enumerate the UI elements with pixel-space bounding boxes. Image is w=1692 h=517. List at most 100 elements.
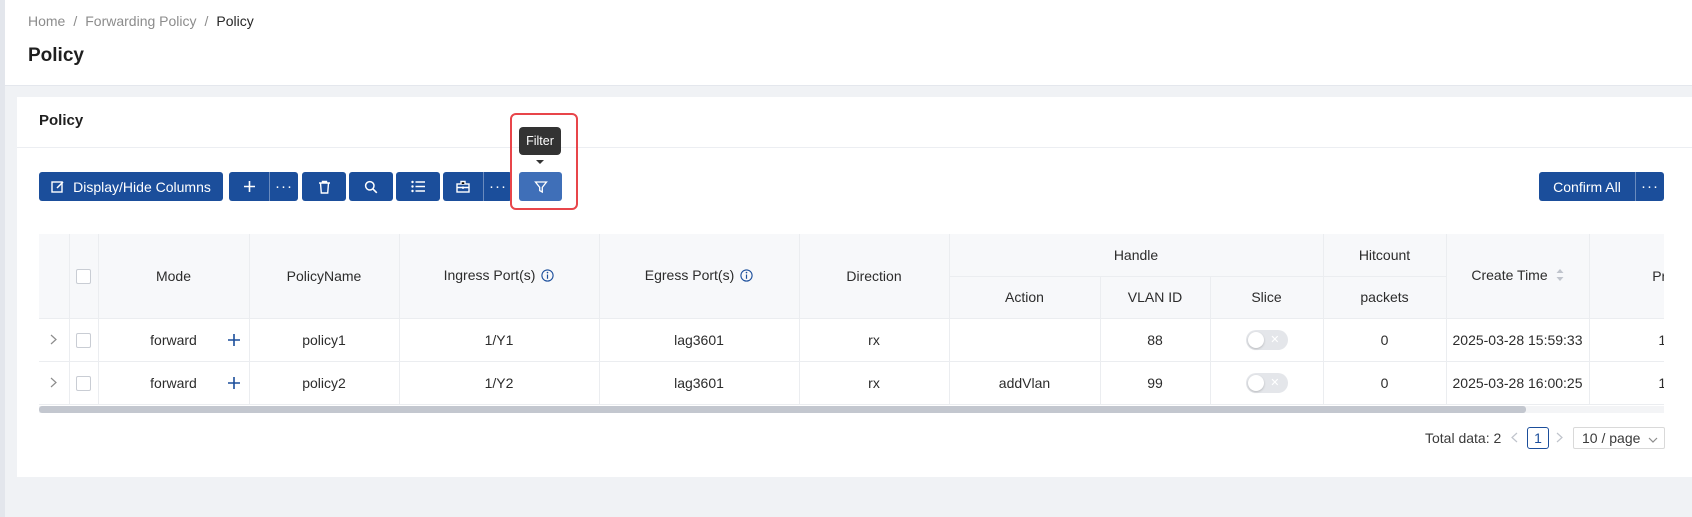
breadcrumb-forwarding-policy[interactable]: Forwarding Policy — [85, 13, 196, 29]
packets-header: packets — [1323, 276, 1447, 319]
action-header: Action — [949, 276, 1101, 319]
list-icon — [410, 180, 426, 193]
add-button[interactable] — [229, 172, 269, 201]
filter-tooltip: Filter — [519, 127, 561, 155]
chevron-left-icon — [1511, 430, 1518, 446]
create-time-cell: 2025-03-28 15:59:33 — [1446, 318, 1590, 362]
breadcrumb-separator: / — [204, 13, 209, 29]
priority-cell: 1280 — [1589, 318, 1664, 362]
card-divider — [17, 147, 1692, 148]
edit-icon — [51, 180, 65, 194]
ingress-cell: 1/Y1 — [399, 318, 600, 362]
chevron-down-icon — [1648, 430, 1658, 446]
create-time-cell: 2025-03-28 16:00:25 — [1446, 361, 1590, 405]
filter-button[interactable] — [519, 172, 562, 201]
create-time-header-label: Create Time — [1471, 266, 1548, 283]
page-size-select[interactable]: 10 / page — [1573, 427, 1665, 449]
toggle-knob — [1247, 331, 1264, 348]
add-more-button[interactable]: ··· — [269, 172, 298, 201]
slice-header: Slice — [1210, 276, 1324, 319]
pagination-prev[interactable] — [1511, 427, 1518, 449]
confirm-all-button[interactable]: Confirm All — [1539, 172, 1635, 201]
close-icon: ✕ — [1270, 376, 1280, 389]
direction-header: Direction — [799, 234, 950, 319]
toolbox-icon — [456, 180, 470, 193]
ingress-cell: 1/Y2 — [399, 361, 600, 405]
policy-table: Mode PolicyName Ingress Port(s) Egress P… — [39, 234, 1664, 405]
ingress-ports-header-label: Ingress Port(s) — [443, 266, 536, 283]
slice-cell: ✕ — [1210, 318, 1324, 362]
mode-cell: forward — [98, 361, 250, 405]
info-icon[interactable] — [740, 269, 753, 285]
handle-header: Handle — [949, 234, 1324, 277]
direction-cell: rx — [799, 318, 950, 362]
plus-icon[interactable] — [227, 372, 241, 394]
more-dots-icon: ··· — [489, 178, 507, 195]
select-cell — [69, 318, 99, 362]
select-cell — [69, 361, 99, 405]
page-size-value: 10 / page — [1582, 430, 1641, 446]
table-row: forward policy1 1/Y1 lag3601 rx 88 ✕ 0 2… — [39, 318, 1664, 362]
confirm-all-more-button[interactable]: ··· — [1635, 172, 1664, 201]
policy-name-header: PolicyName — [249, 234, 400, 319]
policy-name-cell: policy1 — [249, 318, 400, 362]
info-icon[interactable] — [541, 269, 555, 285]
action-cell: addVlan — [949, 361, 1101, 405]
delete-button[interactable] — [302, 172, 346, 201]
policy-name-cell: policy2 — [249, 361, 400, 405]
direction-cell: rx — [799, 361, 950, 405]
plus-icon — [243, 180, 256, 193]
close-icon: ✕ — [1270, 333, 1280, 346]
more-dots-icon: ··· — [1641, 178, 1659, 195]
toolbox-more-button[interactable]: ··· — [483, 172, 512, 201]
display-hide-columns-button[interactable]: Display/Hide Columns — [39, 172, 223, 201]
expand-column-header — [39, 234, 70, 319]
display-hide-columns-label: Display/Hide Columns — [73, 178, 211, 195]
breadcrumb-current: Policy — [216, 13, 254, 29]
breadcrumb: Home / Forwarding Policy / Policy — [28, 13, 254, 29]
page-header: Home / Forwarding Policy / Policy Policy — [5, 0, 1692, 86]
confirm-all-label: Confirm All — [1553, 178, 1621, 195]
select-all-checkbox[interactable] — [76, 269, 91, 285]
card-title: Policy — [39, 112, 84, 129]
egress-cell: lag3601 — [599, 361, 800, 405]
pagination-page-current[interactable]: 1 — [1527, 427, 1549, 449]
plus-icon[interactable] — [227, 329, 241, 351]
trash-icon — [318, 180, 331, 194]
sort-icon[interactable] — [1556, 268, 1564, 285]
search-button[interactable] — [349, 172, 393, 201]
toggle-knob — [1247, 374, 1264, 391]
vlan-id-cell: 99 — [1100, 361, 1211, 405]
priority-cell: 1279 — [1589, 361, 1664, 405]
horizontal-scrollbar-thumb[interactable] — [39, 406, 1526, 413]
expand-cell[interactable] — [39, 361, 70, 405]
more-dots-icon: ··· — [275, 178, 293, 195]
expand-cell[interactable] — [39, 318, 70, 362]
breadcrumb-separator: / — [73, 13, 78, 29]
action-cell — [949, 318, 1101, 362]
egress-ports-header: Egress Port(s) — [599, 234, 800, 319]
ingress-ports-header: Ingress Port(s) — [399, 234, 600, 319]
vlan-id-cell: 88 — [1100, 318, 1211, 362]
chevron-right-icon — [1556, 430, 1563, 446]
pagination-next[interactable] — [1556, 427, 1563, 449]
search-icon — [364, 180, 378, 194]
mode-value: forward — [150, 374, 197, 391]
mode-value: forward — [150, 331, 197, 348]
create-time-header[interactable]: Create Time — [1446, 234, 1590, 319]
chevron-right-icon[interactable] — [50, 375, 58, 391]
slice-toggle[interactable]: ✕ — [1245, 372, 1288, 393]
row-checkbox[interactable] — [76, 332, 91, 348]
chevron-right-icon[interactable] — [50, 332, 58, 348]
slice-cell: ✕ — [1210, 361, 1324, 405]
list-button[interactable] — [396, 172, 440, 201]
table-row: forward policy2 1/Y2 lag3601 rx addVlan … — [39, 361, 1664, 405]
packets-cell: 0 — [1323, 361, 1447, 405]
breadcrumb-home[interactable]: Home — [28, 13, 65, 29]
row-checkbox[interactable] — [76, 375, 91, 391]
pagination-total: Total data: 2 — [1425, 430, 1502, 446]
egress-ports-header-label: Egress Port(s) — [644, 266, 735, 283]
toolbox-button[interactable] — [443, 172, 483, 201]
select-all-header — [69, 234, 99, 319]
slice-toggle[interactable]: ✕ — [1245, 329, 1288, 350]
